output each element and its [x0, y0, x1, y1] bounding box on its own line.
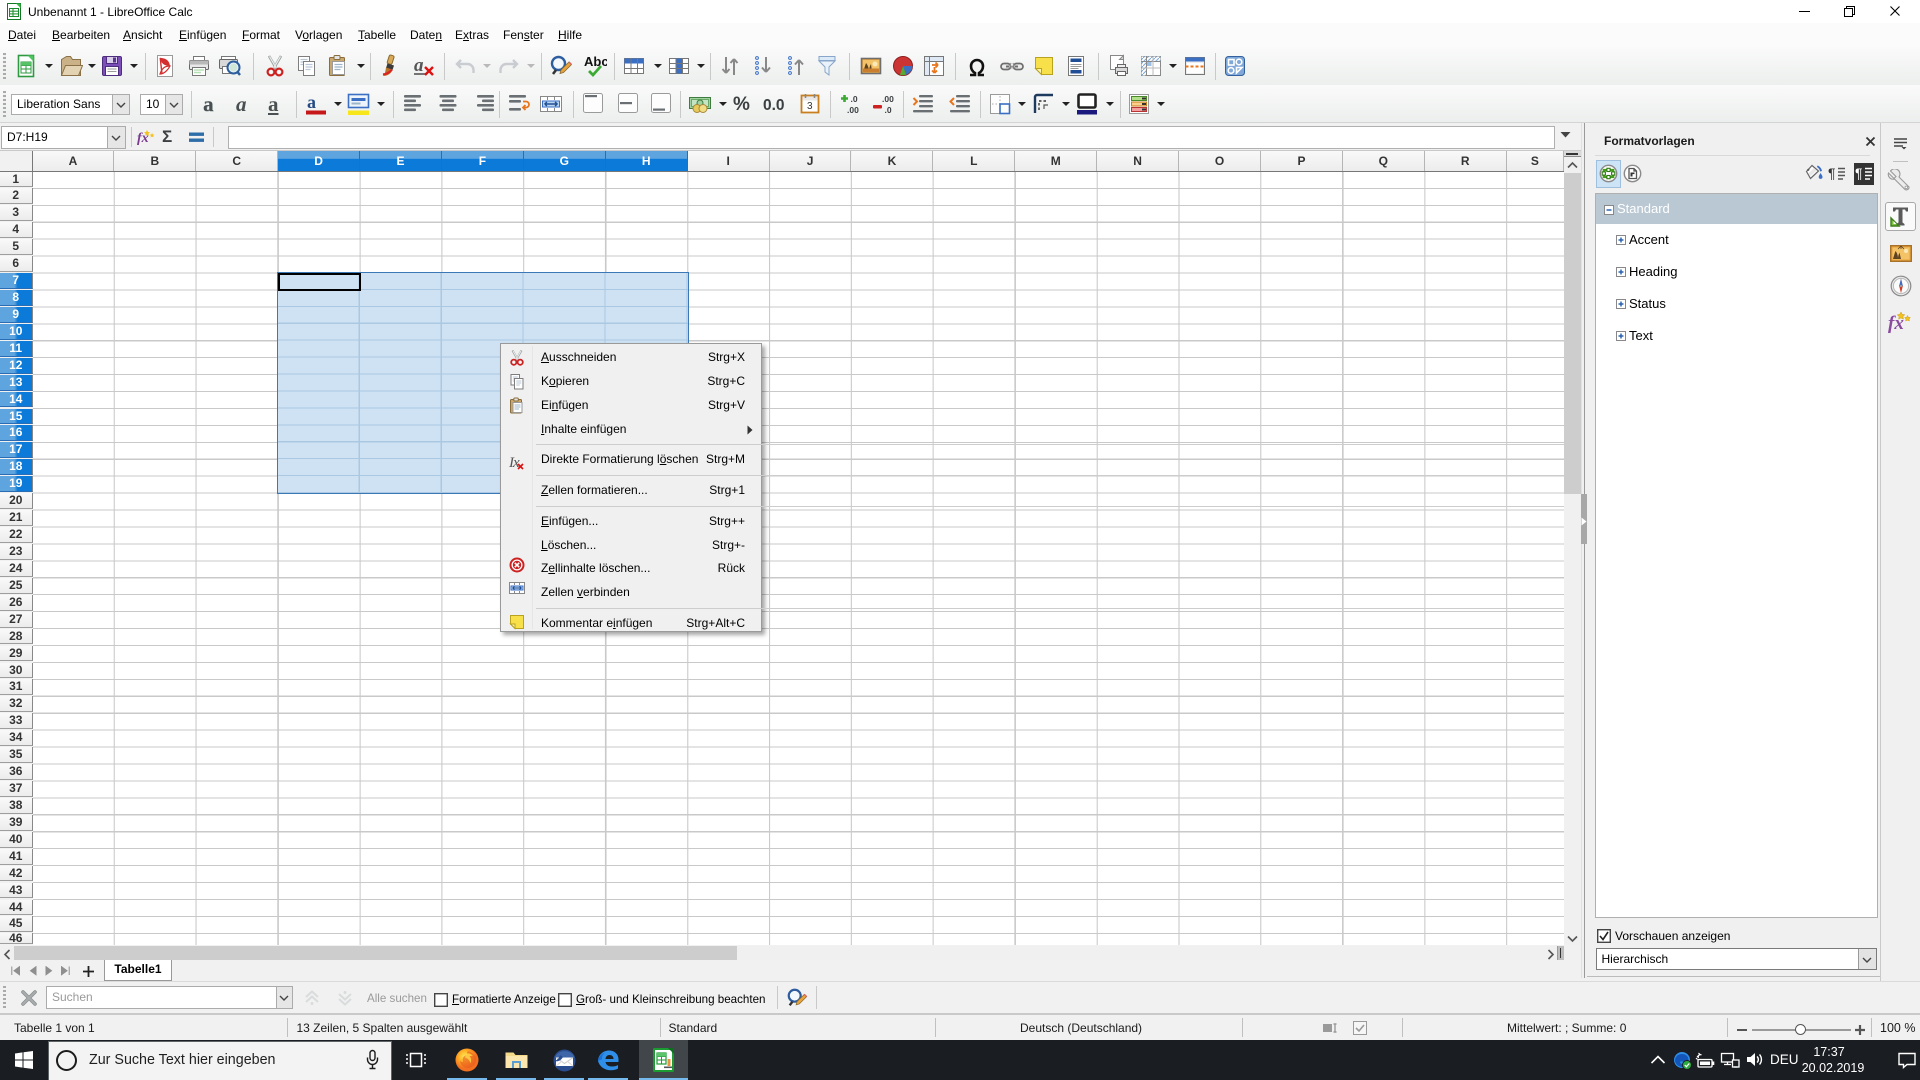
- svg-text:.00: .00: [847, 105, 859, 115]
- svg-text:.0: .0: [884, 105, 891, 115]
- svg-text:¶: ¶: [1828, 165, 1836, 181]
- svg-text:.0: .0: [851, 94, 858, 104]
- svg-text:Abc: Abc: [584, 54, 607, 69]
- svg-text:a: a: [414, 55, 424, 76]
- svg-text:a: a: [307, 93, 316, 112]
- svg-text:3: 3: [807, 101, 813, 112]
- svg-text:¶: ¶: [1855, 165, 1863, 181]
- svg-text:.00: .00: [882, 94, 894, 104]
